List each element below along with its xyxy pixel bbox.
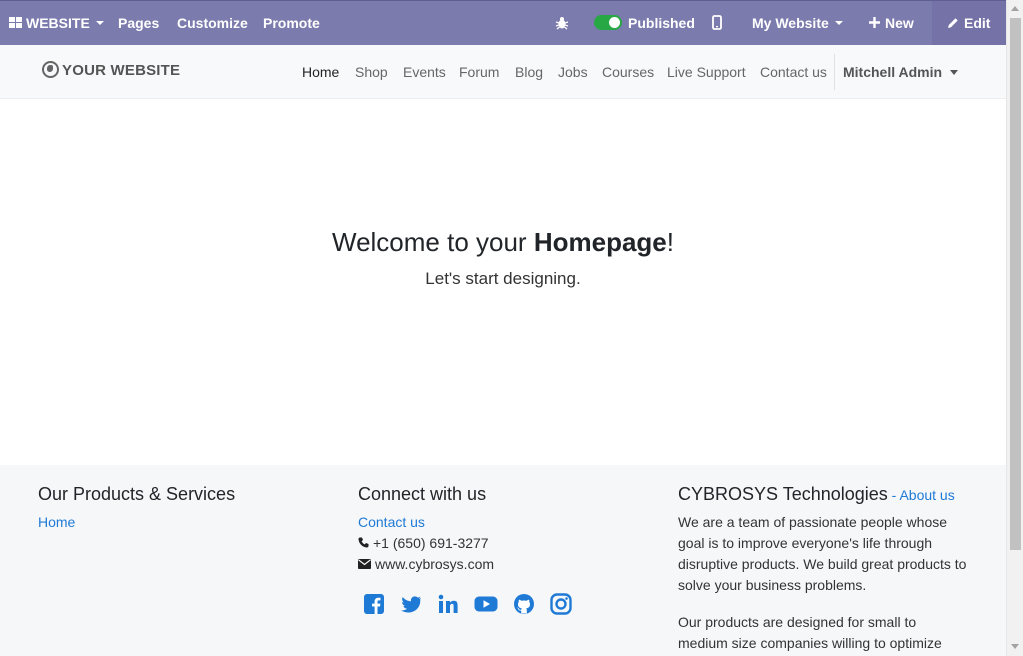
github-icon[interactable] xyxy=(513,593,535,615)
footer-col1-title: Our Products & Services xyxy=(38,484,236,504)
publish-toggle[interactable]: Published xyxy=(594,1,695,46)
logo-text: YOUR WEBSITE xyxy=(62,62,181,79)
admin-bar: WEBSITE Pages Customize Promote Publishe… xyxy=(0,0,1006,46)
nav-divider xyxy=(834,54,835,90)
vertical-scrollbar[interactable] xyxy=(1006,0,1023,656)
phone-icon xyxy=(358,537,369,548)
chevron-down-icon xyxy=(95,21,104,26)
phone-text: +1 (650) 691-3277 xyxy=(373,535,489,551)
edit-label: Edit xyxy=(964,15,991,31)
scroll-up-arrow-icon[interactable] xyxy=(1011,6,1019,11)
website-selector-label: My Website xyxy=(752,15,829,31)
mobile-preview-button[interactable] xyxy=(712,1,722,46)
user-name: Mitchell Admin xyxy=(843,64,943,80)
pages-menu[interactable]: Pages xyxy=(118,1,159,46)
nav-blog[interactable]: Blog xyxy=(515,64,543,80)
toggle-switch[interactable] xyxy=(594,15,622,31)
facebook-icon[interactable] xyxy=(363,593,385,615)
instagram-icon[interactable] xyxy=(550,593,572,615)
bug-icon xyxy=(555,16,569,30)
footer-website: www.cybrosys.com xyxy=(358,556,494,572)
app-label: WEBSITE xyxy=(26,15,90,31)
globe-icon xyxy=(42,61,59,79)
about-paragraph-1: We are a team of passionate people whose… xyxy=(678,514,967,593)
debug-bug-button[interactable] xyxy=(555,1,569,46)
apps-menu-button[interactable]: WEBSITE xyxy=(9,1,104,46)
promote-menu[interactable]: Promote xyxy=(263,1,320,46)
footer-col2-title: Connect with us xyxy=(358,484,487,504)
published-label: Published xyxy=(628,15,695,31)
youtube-icon[interactable] xyxy=(474,593,498,615)
hero-title-suffix: ! xyxy=(666,227,674,257)
footer-phone: +1 (650) 691-3277 xyxy=(358,535,489,551)
footer-col3-title: CYBROSYS Technologies - About us xyxy=(678,484,955,505)
site-header: YOUR WEBSITE Home Shop Events Forum Blog… xyxy=(0,45,1006,99)
site-logo[interactable]: YOUR WEBSITE xyxy=(42,61,181,79)
apps-grid-icon xyxy=(9,17,22,29)
new-button[interactable]: New xyxy=(869,1,914,46)
user-menu[interactable]: Mitchell Admin xyxy=(843,64,959,80)
hero-subtitle: Let's start designing. xyxy=(425,269,581,288)
nav-contact-us[interactable]: Contact us xyxy=(760,64,827,80)
plus-icon xyxy=(869,17,880,29)
title-separator: - xyxy=(887,487,900,503)
new-label: New xyxy=(885,15,914,31)
nav-events[interactable]: Events xyxy=(403,64,446,80)
hero-title-prefix: Welcome to your xyxy=(332,227,534,257)
pencil-icon xyxy=(948,18,958,28)
chevron-down-icon xyxy=(834,21,843,26)
scroll-thumb[interactable] xyxy=(1010,18,1021,550)
hero-title: Welcome to your Homepage! xyxy=(0,227,1006,258)
nav-home[interactable]: Home xyxy=(302,64,339,80)
customize-menu[interactable]: Customize xyxy=(177,1,248,46)
envelope-icon xyxy=(358,558,371,569)
edit-button-content[interactable]: Edit xyxy=(947,1,990,46)
company-name: CYBROSYS Technologies xyxy=(678,484,888,504)
nav-courses[interactable]: Courses xyxy=(602,64,654,80)
website-selector[interactable]: My Website xyxy=(752,1,843,46)
mobile-icon xyxy=(712,15,722,31)
footer-link-about-us[interactable]: About us xyxy=(899,487,954,503)
nav-live-support[interactable]: Live Support xyxy=(667,64,746,80)
linkedin-icon[interactable] xyxy=(437,593,459,615)
chevron-down-icon xyxy=(950,69,959,75)
website-text: www.cybrosys.com xyxy=(375,556,495,572)
about-paragraph-2: Our products are designed for small to m… xyxy=(678,614,942,651)
twitter-icon[interactable] xyxy=(400,593,422,615)
nav-jobs[interactable]: Jobs xyxy=(558,64,588,80)
nav-shop[interactable]: Shop xyxy=(355,64,388,80)
footer-link-home[interactable]: Home xyxy=(38,514,75,530)
scroll-down-arrow-icon[interactable] xyxy=(1011,644,1019,649)
nav-forum[interactable]: Forum xyxy=(459,64,499,80)
footer-link-contact-us[interactable]: Contact us xyxy=(358,514,425,530)
hero-title-bold: Homepage xyxy=(533,227,667,257)
